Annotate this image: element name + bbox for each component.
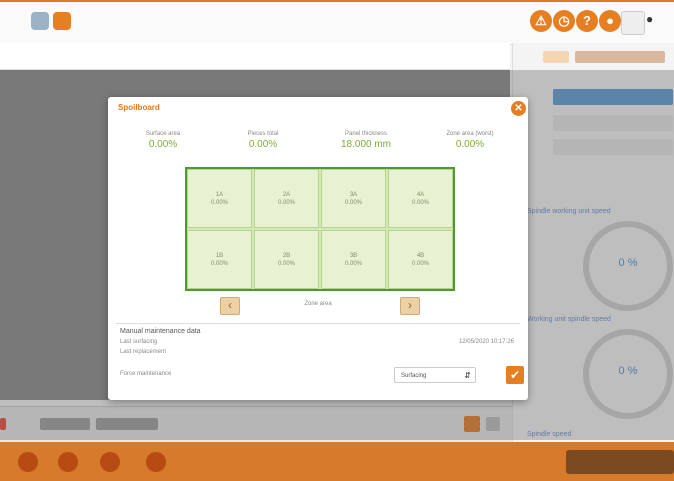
chevron-right-icon[interactable]: › [400,297,420,315]
maintenance-title: Manual maintenance data [120,328,201,335]
cell-id: 1B [215,252,224,259]
grid-cell[interactable]: 4B 0.00% [388,230,453,289]
cell-value: 0.00% [210,199,228,206]
close-icon[interactable]: ✕ [511,101,526,116]
stat-label: Pieces total [247,131,279,137]
cell-value: 0.00% [277,199,295,206]
grid-cell[interactable]: 1B 0.00% [187,230,252,289]
warning-icon[interactable]: ⚠ [530,10,552,32]
stat-label: Panel thickness [344,131,388,137]
last-surfacing-value: 12/05/2020 10:17:26 [458,339,514,345]
help-icon[interactable]: ? [576,10,598,32]
grid-cell[interactable]: 2A 0.00% [254,169,319,228]
grid-cell[interactable]: 1A 0.00% [187,169,252,228]
select-value: Surfacing [401,373,427,379]
dialog-title: Spoilboard [118,103,160,112]
cell-id: 1A [215,191,224,198]
zone-area-label: Zone area [304,301,332,307]
select-arrows-icon: ⇵ [464,371,471,380]
cell-value: 0.00% [344,260,362,267]
maintenance-section: Manual maintenance data Last surfacing 1… [116,323,524,392]
check-icon[interactable]: ✔ [506,366,524,384]
address-strip [0,43,510,70]
stat-surface-area: Surface area 0.00% [113,131,213,150]
panel-tab-1[interactable] [543,51,569,63]
app-logo-icon [31,12,49,30]
footer-bar [0,442,674,481]
stat-pieces: Pieces total 0.00% [213,131,313,150]
cell-id: 4B [416,252,425,259]
spoilboard-grid: 1A 0.00% 2A 0.00% 3A 0.00% 4A 0.00% 1B 0.00% … [185,167,455,291]
cell-value: 0.00% [411,199,429,206]
footer-action-icon[interactable] [58,452,78,472]
footer-action-icon[interactable] [146,452,166,472]
cell-id: 2A [282,191,291,198]
status-icon: ● [646,12,654,26]
footer-control[interactable] [566,450,674,474]
grid-cell[interactable]: 4A 0.00% [388,169,453,228]
cell-value: 0.00% [277,260,295,267]
stat-value: 0.00% [455,139,485,150]
grid-cell[interactable]: 3B 0.00% [321,230,386,289]
cell-value: 0.00% [210,260,228,267]
stat-label: Surface area [145,131,181,137]
force-maintenance-label: Force maintenance [120,371,172,377]
stat-value: 0.00% [248,139,278,150]
stat-zone-area: Zone area (worst) 0.00% [420,131,520,150]
stat-label: Zone area (worst) [446,131,494,137]
cell-id: 4A [416,191,425,198]
footer-action-icon[interactable] [100,452,120,472]
grid-cell[interactable]: 3A 0.00% [321,169,386,228]
stat-thickness: Panel thickness 18.000 mm [316,131,416,150]
cell-id: 3B [349,252,358,259]
grid-cell[interactable]: 2B 0.00% [254,230,319,289]
cell-value: 0.00% [344,199,362,206]
spoilboard-dialog: Spoilboard ✕ Surface area 0.00% Pieces t… [108,97,528,400]
last-surfacing-label: Last surfacing [120,339,158,345]
clock-icon[interactable]: ◷ [553,10,575,32]
chat-icon[interactable]: ● [599,10,621,32]
stat-value: 0.00% [148,139,178,150]
top-toolbar: ⚠ ◷ ? ● ● [0,0,674,45]
stat-value: 18.000 mm [340,139,392,150]
user-avatar[interactable] [621,11,645,35]
footer-action-icon[interactable] [18,452,38,472]
cell-value: 0.00% [411,260,429,267]
cell-id: 3A [349,191,358,198]
cell-id: 2B [282,252,291,259]
tool-icon[interactable] [53,12,71,30]
maintenance-type-select[interactable]: Surfacing ⇵ [394,367,476,383]
panel-tab-2[interactable] [575,51,665,63]
last-replacement-label: Last replacement [120,349,167,355]
